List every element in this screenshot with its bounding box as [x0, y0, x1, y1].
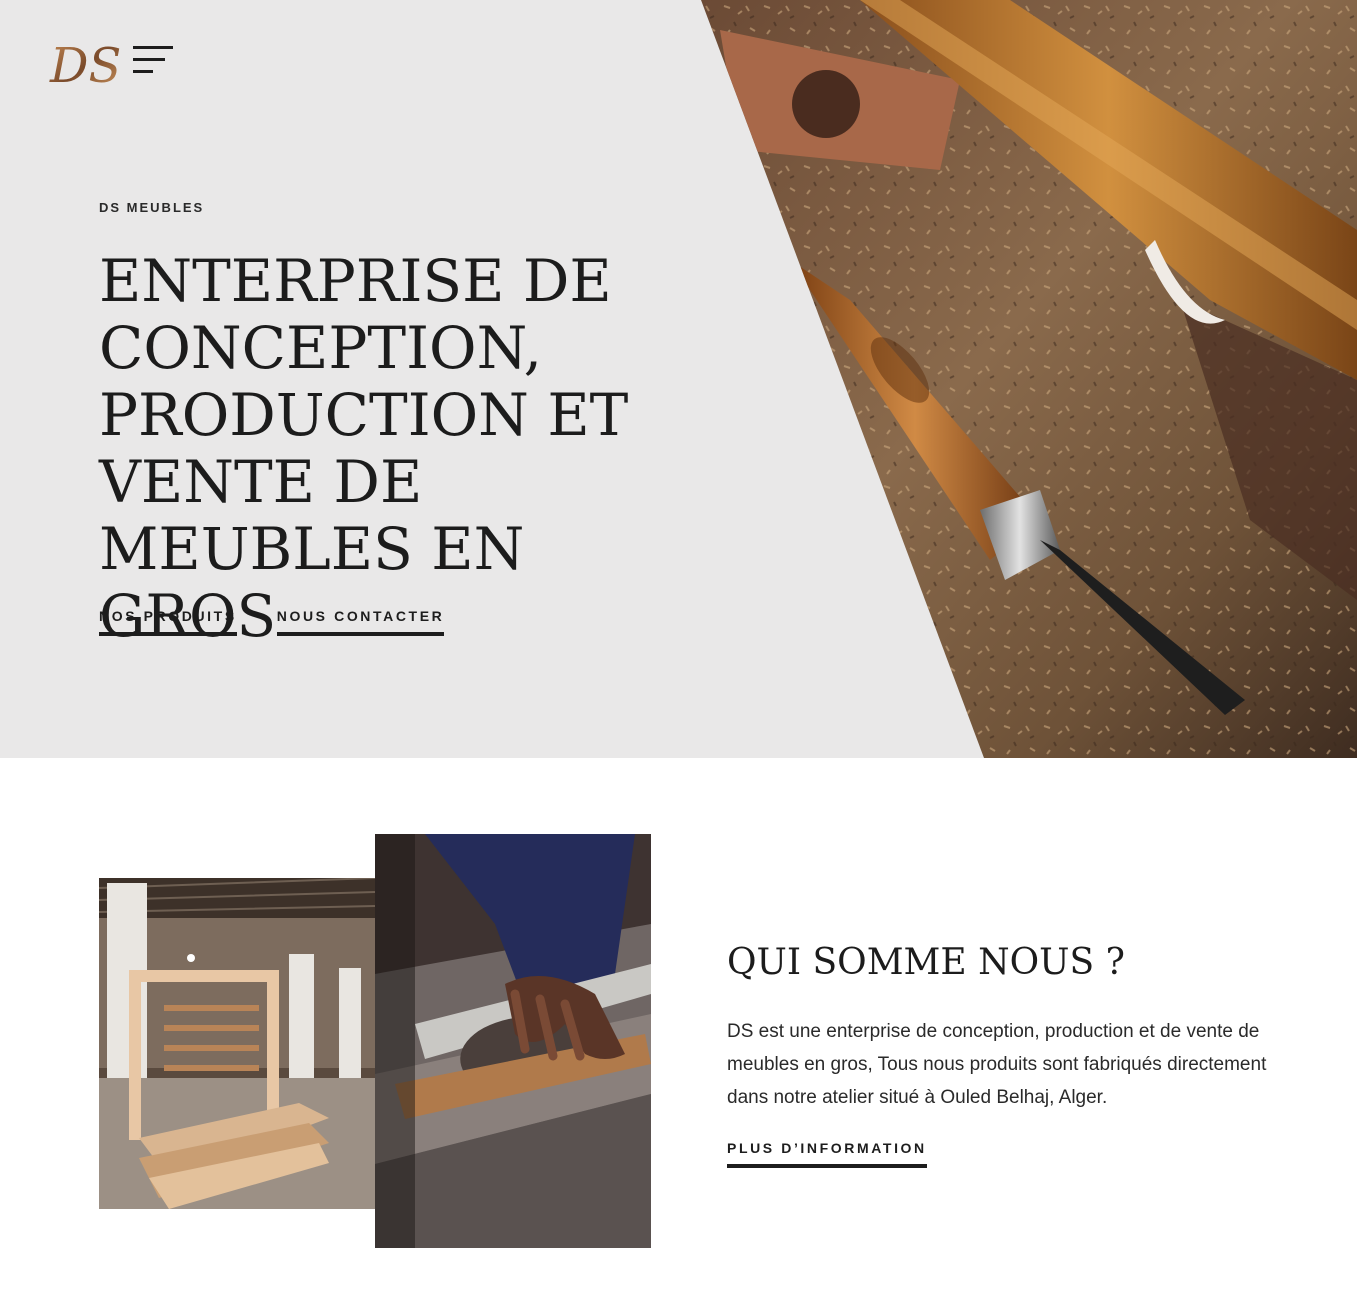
about-text: DS est une enterprise de conception, pro…: [727, 1021, 1267, 1108]
nos-produits-link[interactable]: NOS PRODUITS: [99, 608, 237, 636]
hero-eyebrow: DS MEUBLES: [99, 200, 205, 215]
hero-section: DS DS MEUBLES ENTERPRISE DE CONCEPTION, …: [0, 0, 1357, 758]
menu-line: [133, 46, 173, 49]
workshop-furniture-image: [99, 878, 375, 1209]
hamburger-menu-icon[interactable]: [133, 46, 175, 76]
hero-title: ENTERPRISE DE CONCEPTION, PRODUCTION ET …: [99, 247, 629, 650]
about-title: QUI SOMME NOUS ?: [727, 942, 1125, 983]
logo-text: DS: [49, 40, 121, 88]
menu-line: [133, 58, 165, 61]
table-saw-image: [375, 834, 651, 1248]
nous-contacter-link[interactable]: NOUS CONTACTER: [276, 608, 445, 636]
hero-links: NOS PRODUITS NOUS CONTACTER: [99, 608, 445, 636]
plus-information-link[interactable]: PLUS D’INFORMATION: [727, 1140, 927, 1168]
logo[interactable]: DS: [48, 40, 126, 88]
menu-line: [133, 70, 153, 73]
